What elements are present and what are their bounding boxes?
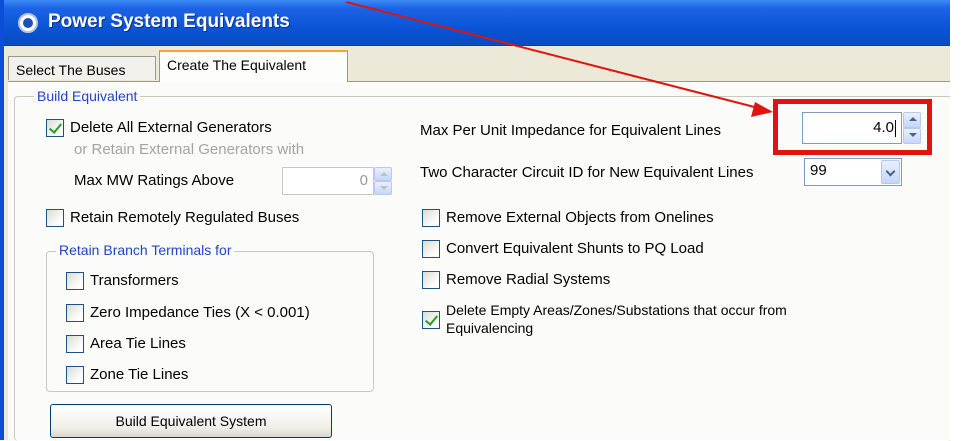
circuit-id-value: 99 (810, 162, 827, 179)
area-tie-lines-label: Area Tie Lines (90, 335, 186, 352)
transformers-checkbox[interactable] (66, 272, 84, 290)
zone-tie-lines-checkbox[interactable] (66, 366, 84, 384)
app-icon[interactable] (18, 13, 38, 33)
zero-impedance-ties-checkbox[interactable] (66, 304, 84, 322)
area-tie-lines-checkbox[interactable] (66, 335, 84, 353)
transformers-label: Transformers (90, 272, 179, 289)
circuit-id-label: Two Character Circuit ID for New Equival… (420, 164, 754, 181)
circuit-id-select[interactable]: 99 (804, 158, 902, 186)
build-equivalent-legend: Build Equivalent (34, 88, 141, 104)
tab-label: Select The Buses (16, 62, 126, 78)
background-strip (950, 0, 979, 440)
annotation-highlight-box (773, 99, 932, 155)
delete-external-generators-checkbox[interactable] (46, 119, 64, 137)
spin-up-icon[interactable] (374, 167, 392, 181)
zone-tie-lines-label: Zone Tie Lines (90, 366, 189, 383)
retain-branch-terminals-legend: Retain Branch Terminals for (56, 242, 235, 258)
delete-external-generators-label: Delete All External Generators (70, 119, 272, 136)
remove-radial-systems-label: Remove Radial Systems (446, 271, 611, 288)
max-mw-input[interactable]: 0 (282, 167, 374, 195)
power-system-equivalents-window: Power System Equivalents Select The Buse… (0, 0, 954, 441)
build-equivalent-system-button[interactable]: Build Equivalent System (50, 404, 332, 438)
tab-label: Create The Equivalent (167, 57, 307, 73)
delete-empty-areas-label-line2: Equivalencing (446, 320, 534, 336)
convert-shunts-checkbox[interactable] (422, 240, 440, 258)
max-mw-label: Max MW Ratings Above (74, 172, 235, 189)
retain-remote-buses-checkbox[interactable] (46, 209, 64, 227)
retain-generators-hint: or Retain External Generators with (74, 141, 305, 158)
delete-empty-areas-label: Delete Empty Areas/Zones/Substations tha… (446, 302, 787, 318)
zero-impedance-ties-label: Zero Impedance Ties (X < 0.001) (90, 304, 310, 321)
title-bar[interactable]: Power System Equivalents (4, 0, 954, 46)
tab-create-the-equivalent[interactable]: Create The Equivalent (159, 50, 348, 82)
convert-shunts-label: Convert Equivalent Shunts to PQ Load (446, 240, 704, 257)
remove-external-objects-checkbox[interactable] (422, 209, 440, 227)
delete-empty-areas-checkbox[interactable] (422, 311, 440, 329)
spin-down-icon[interactable] (374, 181, 392, 195)
max-impedance-label: Max Per Unit Impedance for Equivalent Li… (420, 122, 721, 139)
tab-select-the-buses[interactable]: Select The Buses (8, 56, 156, 80)
tab-strip: Select The Buses Create The Equivalent (8, 49, 954, 82)
remove-radial-systems-checkbox[interactable] (422, 271, 440, 289)
retain-remote-buses-label: Retain Remotely Regulated Buses (70, 209, 300, 226)
chevron-down-icon[interactable] (881, 160, 900, 184)
max-mw-spinner (374, 167, 392, 195)
window-title: Power System Equivalents (48, 11, 290, 32)
remove-external-objects-label: Remove External Objects from Onelines (446, 209, 714, 226)
